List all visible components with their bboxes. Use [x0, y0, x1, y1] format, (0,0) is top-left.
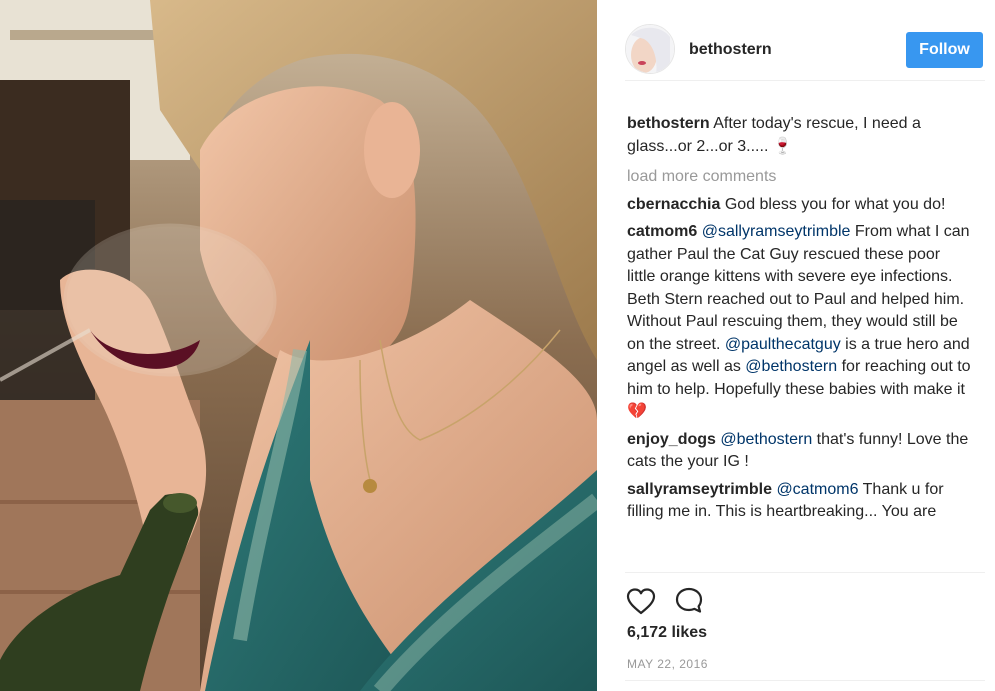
avatar-image: [626, 25, 674, 73]
caption: bethostern After today's rescue, I need …: [627, 113, 972, 158]
post-header: bethostern Follow: [625, 20, 985, 81]
author-username[interactable]: bethostern: [689, 41, 772, 59]
divider: [625, 680, 985, 681]
comment-text: God bless you for what you do!: [724, 195, 946, 213]
comment-username[interactable]: cbernacchia: [627, 196, 720, 213]
comment-text: From what I can gather Paul the Cat Guy …: [627, 223, 970, 353]
comment-item: cbernacchia God bless you for what you d…: [627, 194, 972, 217]
photo-woman-drinking-wine: [0, 0, 597, 691]
comment-container: cbernacchia God bless you for what you d…: [627, 194, 972, 524]
comment-item: enjoy_dogs @bethostern that's funny! Lov…: [627, 429, 972, 474]
follow-button[interactable]: Follow: [906, 32, 983, 68]
caption-username[interactable]: bethostern: [627, 115, 710, 132]
comment-username[interactable]: enjoy_dogs: [627, 431, 716, 448]
post-date[interactable]: MAY 22, 2016: [627, 657, 708, 671]
instagram-post: bethostern Follow bethostern After today…: [0, 0, 995, 691]
mention-link[interactable]: @sallyramseytrimble: [702, 223, 851, 240]
comment-username[interactable]: catmom6: [627, 223, 697, 240]
mention-link[interactable]: @catmom6: [776, 481, 858, 498]
post-sidebar: bethostern Follow bethostern After today…: [597, 0, 995, 691]
load-more-comments-link[interactable]: load more comments: [627, 166, 972, 189]
heart-icon[interactable]: [625, 585, 657, 617]
likes-count[interactable]: 6,172 likes: [627, 624, 707, 642]
speech-bubble-icon[interactable]: [673, 585, 705, 617]
avatar[interactable]: [625, 24, 675, 74]
comments-list: bethostern After today's rescue, I need …: [627, 113, 972, 569]
comment-item: catmom6 @sallyramseytrimble From what I …: [627, 221, 972, 424]
comment-item: sallyramseytrimble @catmom6 Thank u for …: [627, 479, 972, 524]
mention-link[interactable]: @bethostern: [720, 431, 812, 448]
post-photo[interactable]: [0, 0, 597, 691]
comment-username[interactable]: sallyramseytrimble: [627, 481, 772, 498]
mention-link[interactable]: @bethostern: [745, 358, 837, 375]
mention-link[interactable]: @paulthecatguy: [725, 336, 841, 353]
